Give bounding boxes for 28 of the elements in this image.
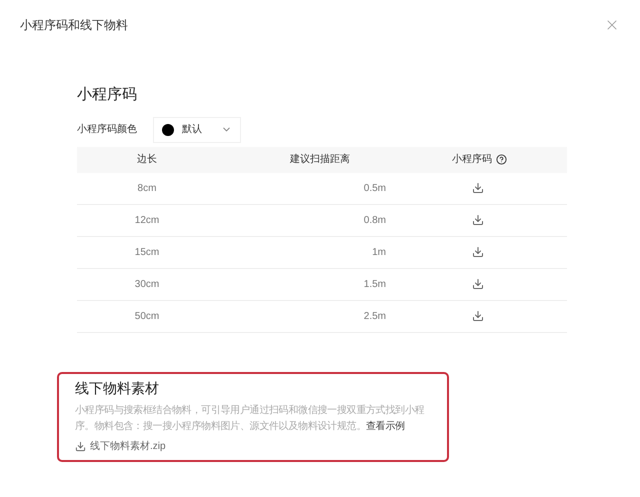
table-cell-text: 8cm [136, 182, 158, 196]
download-button[interactable] [472, 246, 484, 258]
download-icon [75, 441, 86, 452]
table-cell-text: 50cm [134, 310, 160, 324]
table-cell-text: 0.5m [362, 182, 387, 196]
download-button[interactable] [472, 278, 484, 290]
table-cell-text: 15cm [134, 246, 160, 260]
table-cell-text: 12cm [134, 214, 160, 228]
window-title: 小程序码和线下物料 [20, 17, 128, 34]
table-cell-text: 30cm [134, 278, 160, 292]
table-cell-text: 0.8m [362, 214, 387, 228]
column-header: 建议扫描距离 [289, 152, 351, 167]
section-title: 小程序码 [77, 85, 138, 105]
table-cell-text: 1m [371, 246, 387, 260]
table-cell-text: 1.5m [362, 278, 387, 292]
color-select[interactable]: 默认 [153, 116, 241, 142]
example-link[interactable]: 查看示例 [366, 421, 405, 432]
help-icon[interactable] [496, 154, 507, 165]
column-header: 边长 [136, 152, 158, 167]
download-button[interactable] [472, 182, 484, 194]
table-cell-text: 2.5m [362, 310, 387, 324]
download-button[interactable] [472, 310, 484, 322]
card-title: 线下物料素材 [75, 379, 160, 398]
card-description: 小程序码与搜索框结合物料，可引导用户通过扫码和微信搜一搜双重方式找到小程序。物料包含：搜一搜小程序物料图片、源文件以及物料设计规范。查看示例 [75, 404, 426, 434]
field-label: 小程序码颜色 [77, 122, 138, 137]
column-header: 小程序码 [452, 152, 492, 167]
download-button[interactable] [472, 214, 484, 226]
file-link[interactable]: 线下物料素材.zip [75, 439, 166, 454]
